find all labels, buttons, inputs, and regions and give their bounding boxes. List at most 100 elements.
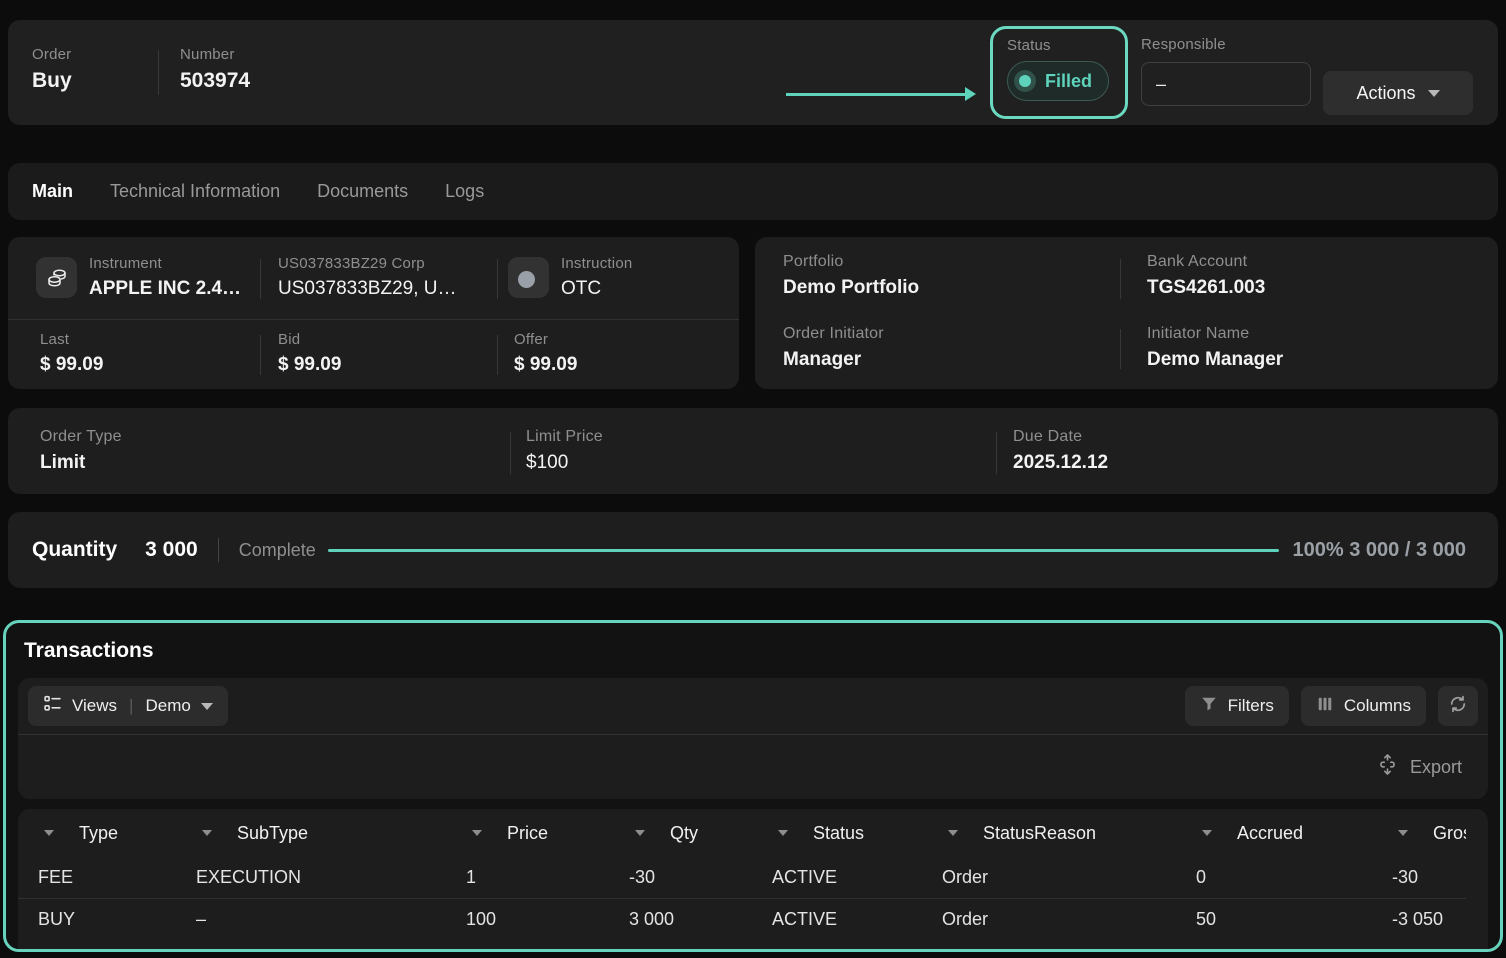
order-initiator-group: Order Initiator Manager (783, 325, 884, 371)
export-button[interactable]: Export (1410, 757, 1462, 778)
column-header-price[interactable]: Price (464, 809, 627, 857)
funnel-icon (1200, 695, 1218, 718)
divider (497, 335, 498, 375)
due-date-value: 2025.12.12 (1013, 452, 1108, 474)
tab-main[interactable]: Main (32, 181, 73, 202)
limit-price-value: $100 (526, 452, 603, 474)
order-header-card: Order Buy Number 503974 Status Filled Re… (8, 20, 1498, 125)
limit-price-group: Limit Price $100 (526, 428, 603, 474)
order-type-group: Order Type Limit (40, 428, 122, 474)
divider (158, 50, 159, 95)
responsible-group: Responsible – (1141, 36, 1311, 106)
transactions-table: Type SubType Price Qty Status StatusReas… (18, 809, 1488, 952)
divider (510, 432, 511, 474)
filters-label: Filters (1228, 696, 1274, 716)
bank-account-label: Bank Account (1147, 253, 1265, 271)
responsible-value: – (1156, 74, 1166, 95)
portfolio-card: Portfolio Demo Portfolio Bank Account TG… (755, 237, 1498, 389)
transactions-title: Transactions (24, 639, 1488, 663)
table-row[interactable]: FEE (36, 857, 194, 898)
progress-text: 100% 3 000 / 3 000 (1293, 539, 1466, 562)
last-value: $ 99.09 (40, 354, 103, 376)
column-header-subtype[interactable]: SubType (194, 809, 464, 857)
instruction-value: OTC (561, 278, 632, 300)
tab-technical-information[interactable]: Technical Information (110, 181, 280, 202)
responsible-field[interactable]: – (1141, 62, 1311, 106)
columns-label: Columns (1344, 696, 1411, 716)
divider (260, 259, 261, 299)
column-header-accrued[interactable]: Accrued (1194, 809, 1390, 857)
quantity-state-label: Complete (239, 540, 316, 561)
order-side-value: Buy (32, 69, 72, 93)
instrument-card: Instrument APPLE INC 2.4… US037833BZ29 C… (8, 237, 739, 389)
column-header-statusreason[interactable]: StatusReason (940, 809, 1194, 857)
divider (1120, 259, 1121, 299)
due-date-label: Due Date (1013, 428, 1108, 446)
bank-account-value: TGS4261.003 (1147, 277, 1265, 299)
caret-down-icon (44, 830, 54, 836)
initiator-name-group: Initiator Name Demo Manager (1147, 325, 1283, 371)
refresh-button[interactable] (1438, 686, 1478, 726)
table-row[interactable]: BUY (36, 899, 194, 940)
status-badge[interactable]: Filled (1007, 61, 1109, 101)
last-price-group: Last $ 99.09 (40, 331, 103, 376)
actions-label: Actions (1356, 83, 1415, 104)
columns-icon (1316, 695, 1334, 718)
column-header-gross[interactable]: Gross (1390, 809, 1466, 857)
arrow-right-icon (786, 93, 966, 96)
initiator-name-value: Demo Manager (1147, 349, 1283, 371)
divider (8, 319, 739, 320)
column-header-status[interactable]: Status (770, 809, 940, 857)
quantity-value: 3 000 (145, 538, 198, 562)
order-label: Order (32, 46, 72, 63)
progress-bar (328, 549, 1279, 552)
order-number-group: Number 503974 (180, 46, 250, 93)
instruction-label: Instruction (561, 255, 632, 272)
order-type-value: Limit (40, 452, 122, 474)
export-icon (1376, 753, 1399, 781)
divider (260, 335, 261, 375)
caret-down-icon (1398, 830, 1408, 836)
coins-icon (36, 257, 77, 298)
tab-logs[interactable]: Logs (445, 181, 484, 202)
initiator-name-label: Initiator Name (1147, 325, 1283, 343)
views-button[interactable]: Views | Demo (28, 686, 228, 726)
order-type-label: Order Type (40, 428, 122, 446)
refresh-icon (1448, 694, 1468, 719)
views-label: Views (72, 696, 117, 716)
divider (1120, 329, 1121, 369)
order-initiator-value: Manager (783, 349, 884, 371)
caret-down-icon (778, 830, 788, 836)
limit-price-label: Limit Price (526, 428, 603, 446)
bid-price-group: Bid $ 99.09 (278, 331, 341, 376)
transactions-panel: Transactions Views | Demo (3, 620, 1503, 952)
divider: | (127, 696, 135, 716)
instrument-group: Instrument APPLE INC 2.4… (89, 255, 241, 300)
list-views-icon (43, 694, 62, 718)
actions-button[interactable]: Actions (1323, 71, 1473, 115)
column-header-qty[interactable]: Qty (627, 809, 770, 857)
views-selected-value: Demo (145, 696, 190, 716)
portfolio-group: Portfolio Demo Portfolio (783, 253, 919, 299)
chevron-down-icon (1428, 90, 1440, 97)
offer-price-group: Offer $ 99.09 (514, 331, 577, 376)
divider (497, 259, 498, 299)
bank-account-group: Bank Account TGS4261.003 (1147, 253, 1265, 299)
caret-down-icon (472, 830, 482, 836)
quantity-card: Quantity 3 000 Complete 100% 3 000 / 3 0… (8, 512, 1498, 588)
caret-down-icon (948, 830, 958, 836)
filters-button[interactable]: Filters (1185, 686, 1289, 726)
status-value: Filled (1045, 71, 1092, 92)
portfolio-value: Demo Portfolio (783, 277, 919, 299)
portfolio-label: Portfolio (783, 253, 919, 271)
columns-button[interactable]: Columns (1301, 686, 1426, 726)
chevron-down-icon (201, 703, 213, 710)
tab-bar: Main Technical Information Documents Log… (8, 163, 1498, 220)
column-header-type[interactable]: Type (36, 809, 194, 857)
order-details-card: Order Type Limit Limit Price $100 Due Da… (8, 408, 1498, 494)
dot-icon (508, 257, 549, 298)
tab-documents[interactable]: Documents (317, 181, 408, 202)
quantity-label: Quantity (32, 538, 117, 562)
divider (996, 432, 997, 474)
bid-value: $ 99.09 (278, 354, 341, 376)
